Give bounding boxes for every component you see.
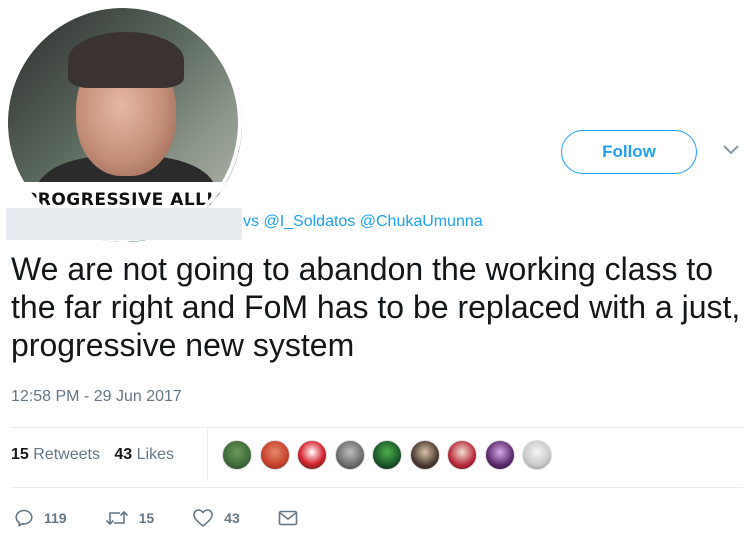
replying-to-line: vs @I_Soldatos @ChukaUmunna	[6, 208, 514, 240]
divider-top	[11, 427, 743, 428]
liker-avatar[interactable]	[222, 440, 252, 470]
tweet-stats: 15 Retweets 43 Likes	[11, 446, 184, 464]
like-action[interactable]: 43	[192, 508, 240, 528]
liker-avatar[interactable]	[447, 440, 477, 470]
likes-label: Likes	[136, 446, 175, 463]
retweet-count: 15	[138, 510, 155, 526]
reply-count: 119	[44, 510, 67, 526]
stats-vertical-divider	[207, 429, 208, 481]
reply-action[interactable]: 119	[14, 508, 67, 528]
likes-stat[interactable]: 43 Likes	[114, 446, 174, 464]
avatar-hair	[68, 32, 184, 88]
retweet-action[interactable]: 15	[105, 508, 155, 528]
liker-avatar[interactable]	[297, 440, 327, 470]
reply-icon	[15, 509, 33, 527]
like-count: 43	[224, 510, 240, 526]
liker-avatar[interactable]	[334, 440, 365, 470]
liker-avatars	[222, 440, 560, 474]
reply-mask	[6, 208, 242, 240]
likes-count: 43	[114, 446, 133, 463]
replying-to-text: vs @I_Soldatos @ChukaUmunna	[243, 213, 483, 231]
liker-avatar[interactable]	[522, 440, 552, 470]
liker-avatar[interactable]	[484, 440, 515, 470]
heart-icon	[193, 509, 213, 527]
reply-handle-fragment[interactable]: vs	[243, 213, 259, 230]
retweet-icon	[105, 510, 128, 526]
avatar[interactable]: E PROGRESSIVE ALLIAN	[6, 6, 242, 242]
chevron-down-icon[interactable]	[722, 144, 740, 156]
liker-avatar[interactable]	[372, 440, 402, 470]
divider-bottom	[11, 487, 743, 488]
tweet-timestamp[interactable]: 12:58 PM - 29 Jun 2017	[11, 388, 182, 406]
follow-button[interactable]: Follow	[561, 130, 697, 174]
liker-avatar[interactable]	[259, 440, 290, 470]
action-bar: 119 15 43	[14, 505, 346, 531]
retweets-label: Retweets	[33, 446, 100, 463]
retweets-stat[interactable]: 15 Retweets	[11, 446, 100, 464]
direct-message-action[interactable]	[278, 509, 308, 527]
liker-avatar[interactable]	[409, 440, 440, 470]
reply-handles[interactable]: @I_Soldatos @ChukaUmunna	[263, 213, 482, 230]
retweets-count: 15	[11, 446, 29, 463]
mail-icon	[278, 510, 298, 526]
tweet-text: We are not going to abandon the working …	[11, 251, 741, 363]
